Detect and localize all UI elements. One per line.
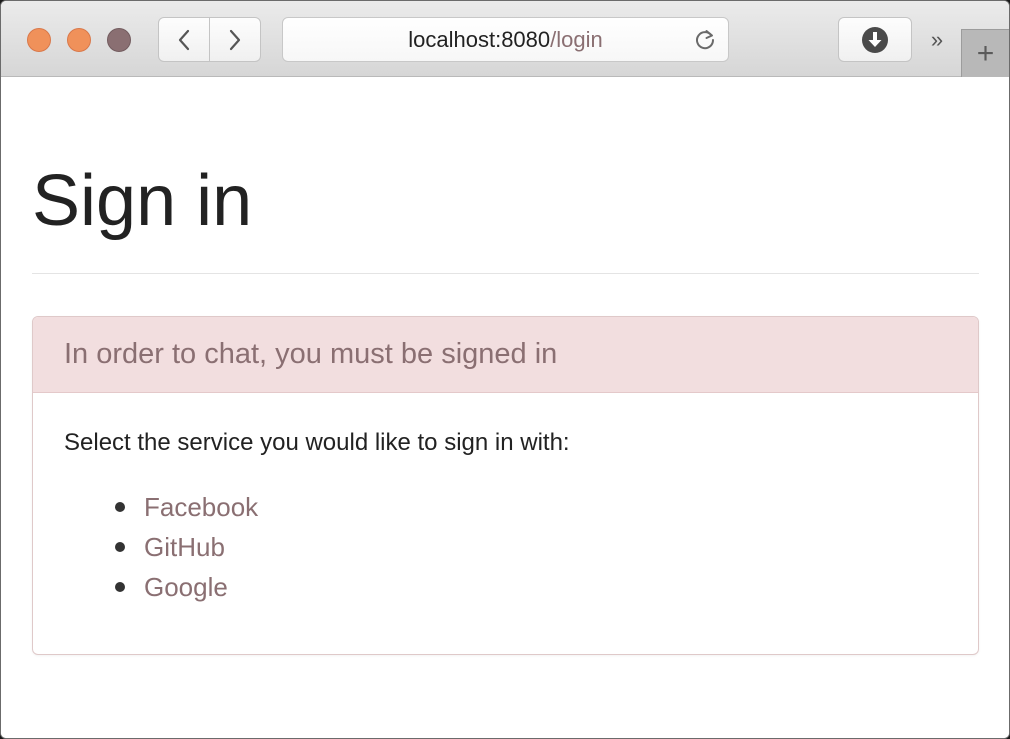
list-item: Google — [64, 567, 258, 607]
sign-in-panel: In order to chat, you must be signed in … — [32, 316, 979, 655]
service-list: Facebook GitHub Google — [64, 487, 258, 607]
navigation-buttons — [158, 17, 261, 62]
list-item: Facebook — [64, 487, 258, 527]
chevron-left-icon — [178, 29, 190, 50]
github-sign-in-link[interactable]: GitHub — [144, 532, 225, 562]
bullet — [115, 542, 125, 552]
close-window-button[interactable] — [27, 28, 51, 52]
panel-instruction: Select the service you would like to sig… — [64, 429, 570, 456]
page-title: Sign in — [32, 161, 253, 241]
forward-button[interactable] — [209, 18, 260, 61]
panel-heading: In order to chat, you must be signed in — [33, 317, 978, 393]
list-item: GitHub — [64, 527, 258, 567]
reload-icon[interactable] — [692, 27, 718, 53]
browser-window: localhost:8080/login » + Sign in In orde… — [0, 0, 1010, 739]
bullet — [115, 582, 125, 592]
browser-toolbar: localhost:8080/login » + — [1, 1, 1009, 77]
facebook-sign-in-link[interactable]: Facebook — [144, 492, 258, 522]
address-bar[interactable]: localhost:8080/login — [282, 17, 729, 62]
page-content: Sign in In order to chat, you must be si… — [1, 77, 1009, 738]
url-host: localhost:8080 — [408, 26, 551, 52]
divider — [32, 273, 979, 274]
google-sign-in-link[interactable]: Google — [144, 572, 228, 602]
toolbar-overflow-button[interactable]: » — [922, 25, 952, 55]
chevron-right-icon — [229, 29, 241, 50]
bullet — [115, 502, 125, 512]
back-button[interactable] — [159, 18, 209, 61]
downloads-button[interactable] — [838, 17, 912, 62]
maximize-window-button[interactable] — [107, 28, 131, 52]
download-icon — [862, 26, 888, 53]
url-path: /login — [550, 26, 603, 52]
minimize-window-button[interactable] — [67, 28, 91, 52]
new-tab-button[interactable]: + — [961, 29, 1009, 77]
